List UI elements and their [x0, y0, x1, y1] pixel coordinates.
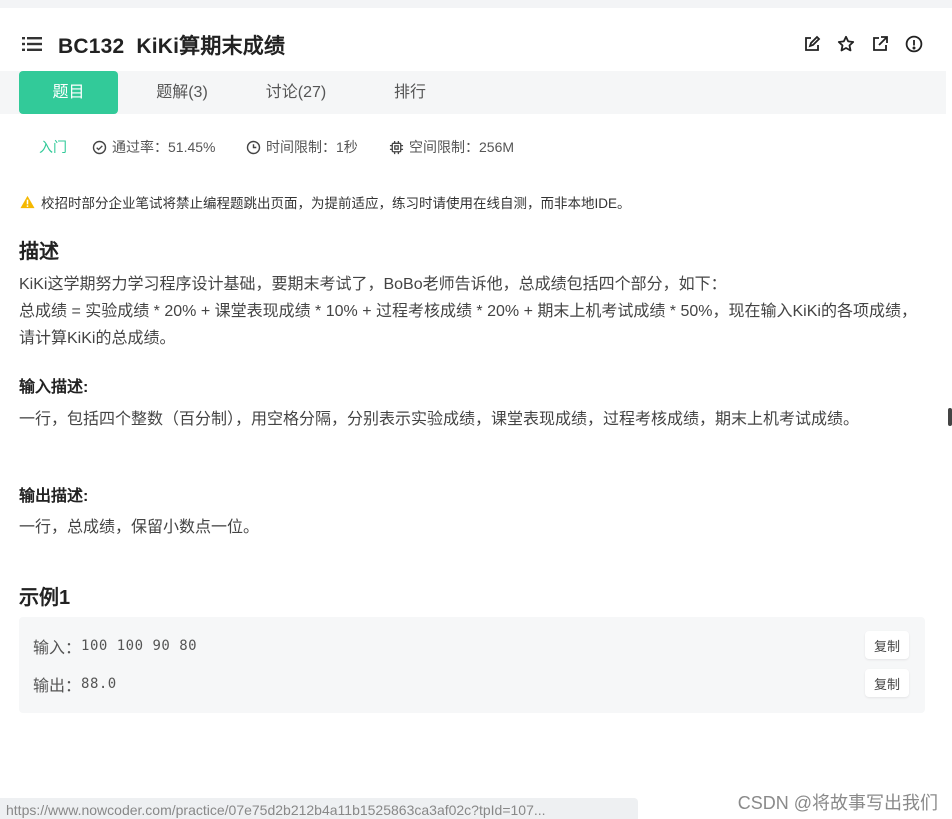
example-output-label: 输出： [33, 678, 82, 695]
page-title: BC132 KiKi算期末成绩 [58, 30, 285, 60]
share-icon[interactable] [870, 34, 890, 54]
space-limit-text: 空间限制：256M [409, 139, 515, 155]
warning-text: 校招时部分企业笔试将禁止编程题跳出页面，为提前适应，练习时请使用在线自测，而非本… [41, 196, 631, 211]
pass-rate-text: 通过率：51.45% [112, 139, 216, 155]
problem-header: BC132 KiKi算期末成绩 [0, 8, 946, 71]
pass-rate: 通过率：51.45% [92, 137, 215, 157]
status-bar-url: https://www.nowcoder.com/practice/07e75d… [0, 798, 638, 819]
output-description-text: 一行，总成绩，保留小数点一位。 [19, 519, 260, 536]
example-input-label: 输入： [33, 640, 82, 657]
input-description-heading: 输入描述: [19, 379, 89, 396]
list-menu-icon[interactable] [22, 36, 42, 52]
description-heading: 描述 [19, 241, 59, 263]
clock-icon [246, 140, 261, 154]
header-actions [802, 34, 924, 54]
space-limit: 空间限制：256M [389, 137, 514, 157]
copy-output-button[interactable]: 复制 [865, 669, 909, 697]
star-icon[interactable] [836, 34, 856, 54]
copy-input-button[interactable]: 复制 [865, 631, 909, 659]
example-box: 输入： 100 100 90 80 复制 输出： 88.0 复制 [19, 617, 925, 713]
description-line-1: KiKi这学期努力学习程序设计基础，要期末考试了，BoBo老师告诉他，总成绩包括… [19, 276, 727, 293]
scrollbar-handle[interactable] [948, 408, 952, 426]
example-output-value: 88.0 [81, 676, 117, 692]
top-strip [0, 0, 952, 8]
edit-icon[interactable] [802, 34, 822, 54]
example-input-value: 100 100 90 80 [81, 638, 198, 654]
description-line-2: 总成绩 = 实验成绩 * 20% + 课堂表现成绩 * 10% + 过程考核成绩… [19, 303, 917, 347]
problem-title: KiKi算期末成绩 [136, 35, 286, 58]
exam-warning: 校招时部分企业笔试将禁止编程题跳出页面，为提前适应，练习时请使用在线自测，而非本… [20, 192, 631, 212]
problem-tabs: 题目 题解(3) 讨论(27) 排行 [0, 71, 946, 114]
example-heading: 示例1 [19, 587, 71, 609]
input-description-text: 一行，包括四个整数（百分制），用空格分隔，分别表示实验成绩，课堂表现成绩，过程考… [19, 411, 860, 428]
output-description-heading: 输出描述: [19, 488, 89, 505]
tab-discussion[interactable]: 讨论(27) [246, 71, 346, 114]
info-icon[interactable] [904, 34, 924, 54]
difficulty-level: 入门 [39, 139, 67, 155]
example-output-row: 输出： 88.0 [33, 672, 117, 696]
example-input-row: 输入： 100 100 90 80 [33, 634, 197, 658]
check-circle-icon [92, 140, 107, 154]
problem-code: BC132 [58, 35, 125, 58]
chip-icon [389, 140, 404, 154]
warning-icon [20, 195, 35, 209]
watermark: CSDN @将故事写出我们 [737, 793, 938, 813]
time-limit-text: 时间限制：1秒 [266, 139, 358, 155]
tab-solutions[interactable]: 题解(3) [132, 71, 232, 114]
tab-ranking[interactable]: 排行 [360, 71, 460, 114]
tab-problem[interactable]: 题目 [19, 71, 118, 114]
time-limit: 时间限制：1秒 [246, 137, 358, 157]
